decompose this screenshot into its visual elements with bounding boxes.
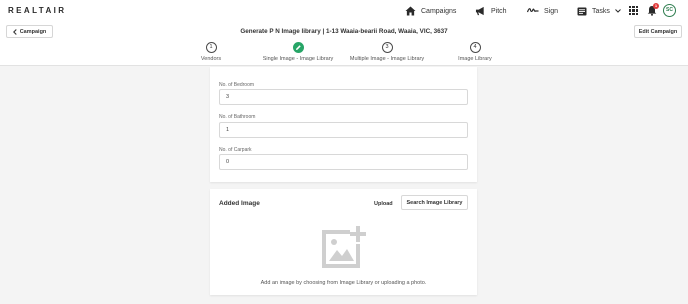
step-single-image[interactable]: Single Image - Image Library (248, 42, 348, 62)
bedroom-label: No. of Bedroom (219, 82, 255, 88)
nav-tasks-label: Tasks (592, 7, 610, 15)
step-label: Image Library (458, 56, 492, 62)
step-current-indicator (292, 42, 304, 53)
search-image-library-button[interactable]: Search Image Library (401, 195, 468, 210)
step-number: 4 (469, 42, 481, 53)
bathroom-input[interactable]: 1 (219, 122, 468, 138)
step-vendors[interactable]: 1 Vendors (161, 42, 261, 62)
megaphone-icon (475, 6, 484, 16)
campaign-header: Campaign Generate P N Image library | 1-… (0, 22, 688, 66)
tasks-icon (577, 7, 587, 15)
added-image-card: Added Image Upload Search Image Library … (210, 189, 477, 295)
chevron-down-icon (615, 9, 621, 13)
upload-button[interactable]: Upload (374, 201, 393, 207)
home-icon (405, 6, 416, 16)
nav-sign-label: Sign (544, 7, 559, 15)
step-label: Multiple Image - Image Library (349, 56, 425, 62)
property-details-card: No. of Bedroom 3 No. of Bathroom 1 No. o… (210, 67, 477, 182)
step-multiple-image[interactable]: 3 Multiple Image - Image Library (337, 42, 437, 62)
empty-state-text: Add an image by choosing from Image Libr… (260, 280, 427, 286)
apps-grid-icon[interactable] (629, 6, 638, 15)
page-title: Generate P N Image library | 1-13 Waaia-… (240, 28, 448, 35)
bedroom-input[interactable]: 3 (219, 89, 468, 105)
step-number: 1 (205, 42, 217, 53)
pencil-icon (295, 45, 301, 50)
step-label: Single Image - Image Library (262, 56, 334, 62)
nav-campaigns[interactable]: Campaigns (405, 5, 456, 17)
step-image-library[interactable]: 4 Image Library (425, 42, 525, 62)
notification-badge: 1 (653, 3, 659, 9)
nav-pitch[interactable]: Pitch (475, 5, 507, 17)
realtair-logo[interactable]: REALTAIR (8, 6, 66, 15)
nav-sign[interactable]: Sign (527, 5, 558, 17)
step-label: Vendors (200, 56, 222, 62)
carpark-input[interactable]: 0 (219, 154, 468, 170)
step-number: 3 (381, 42, 393, 53)
top-navigation-bar: REALTAIR Campaigns Pitch Sign Tasks 1 SC (0, 0, 688, 22)
edit-campaign-button[interactable]: Edit Campaign (634, 25, 682, 38)
nav-pitch-label: Pitch (491, 7, 507, 15)
carpark-label: No. of Carpark (219, 147, 252, 153)
add-image-icon (322, 226, 366, 268)
nav-campaigns-label: Campaigns (421, 7, 457, 15)
nav-tasks[interactable]: Tasks (577, 5, 621, 17)
signature-icon (527, 8, 539, 13)
added-image-title: Added Image (219, 200, 260, 207)
user-avatar[interactable]: SC (663, 4, 676, 17)
bathroom-label: No. of Bathroom (219, 114, 256, 120)
